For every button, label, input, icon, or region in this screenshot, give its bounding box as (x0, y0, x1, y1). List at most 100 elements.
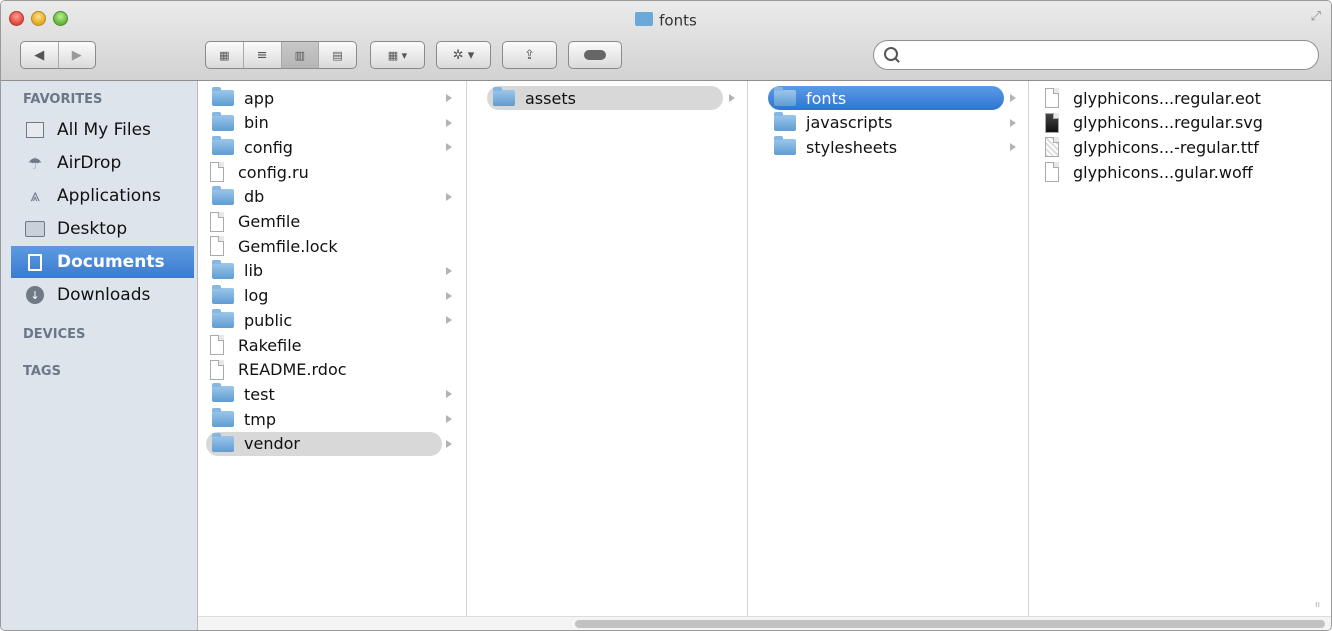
item-label: bin (244, 113, 269, 133)
document-icon (210, 211, 224, 232)
item-label: tmp (244, 409, 277, 429)
folder-row[interactable]: assets (487, 86, 723, 110)
document-icon (210, 236, 224, 257)
file-row[interactable]: Gemfile (206, 210, 442, 234)
forward-arrow-icon: ▶ (71, 47, 82, 63)
downloads-icon: ↓ (25, 285, 45, 305)
folder-icon (774, 136, 796, 156)
item-label: lib (244, 261, 264, 281)
tags-button[interactable] (568, 41, 622, 69)
sidebar-item-downloads[interactable]: ↓ Downloads (11, 279, 194, 311)
folder-row[interactable]: log (206, 284, 442, 308)
tags-heading: TAGS (23, 364, 61, 379)
column-view-button[interactable]: ▥ (281, 42, 320, 68)
disclosure-arrow-icon (446, 143, 452, 152)
coverflow-view-icon: ▤ (332, 48, 343, 62)
file-row[interactable]: Rakefile (206, 333, 442, 357)
file-row[interactable]: glyphicons...regular.eot (1041, 86, 1311, 110)
item-label: Rakefile (238, 335, 302, 355)
arrange-icon: ▦ ▾ (387, 48, 408, 62)
window-title: fonts (1, 11, 1331, 30)
disclosure-arrow-icon (446, 291, 452, 300)
document-icon (1045, 88, 1059, 108)
item-label: vendor (244, 434, 300, 454)
finder-window: fonts ⤢ ◀ ▶ ▦ ≡ ▥ ▤ ▦ ▾ ✲ ▾ ⇪ FAVORITES … (0, 0, 1332, 631)
back-button[interactable]: ◀ (21, 42, 59, 68)
applications-icon: ⩓ (30, 186, 40, 206)
file-row[interactable]: glyphicons...regular.svg (1041, 111, 1311, 135)
action-button[interactable]: ✲ ▾ (436, 41, 491, 69)
all-files-icon (25, 120, 45, 140)
folder-row[interactable]: vendor (206, 431, 442, 456)
disclosure-arrow-icon (1010, 118, 1016, 127)
sidebar-item-applications[interactable]: ⩓ Applications (11, 180, 194, 212)
folder-row[interactable]: bin (206, 111, 442, 135)
folder-icon (212, 408, 234, 428)
titlebar: fonts ⤢ ◀ ▶ ▦ ≡ ▥ ▤ ▦ ▾ ✲ ▾ ⇪ (1, 1, 1331, 81)
file-row[interactable]: glyphicons...-regular.ttf (1041, 135, 1311, 159)
item-label: public (244, 310, 293, 330)
folder-icon (212, 259, 234, 279)
folder-row[interactable]: app (206, 86, 442, 110)
back-forward-control: ◀ ▶ (20, 41, 96, 69)
disclosure-arrow-icon (446, 316, 452, 325)
item-label: stylesheets (806, 137, 898, 157)
folder-row[interactable]: test (206, 382, 442, 406)
item-label: log (244, 286, 269, 306)
disclosure-arrow-icon (446, 390, 452, 399)
search-icon (884, 47, 898, 61)
document-icon (210, 162, 224, 183)
icon-view-button[interactable]: ▦ (206, 42, 244, 68)
folder-icon (212, 111, 234, 131)
column-resize-handle[interactable]: ıı (1315, 600, 1320, 610)
arrange-button[interactable]: ▦ ▾ (370, 41, 425, 69)
document-icon (1045, 137, 1059, 158)
back-arrow-icon: ◀ (34, 47, 45, 63)
sidebar-item-airdrop[interactable]: ☂ AirDrop (11, 147, 194, 179)
forward-button[interactable]: ▶ (59, 42, 96, 68)
sidebar-item-documents[interactable]: Documents (11, 246, 194, 278)
item-label: glyphicons...regular.eot (1073, 88, 1261, 108)
search-field[interactable] (873, 40, 1319, 70)
folder-row[interactable]: config (206, 135, 442, 159)
favorites-heading: FAVORITES (23, 92, 103, 107)
disclosure-arrow-icon (446, 439, 452, 448)
sidebar-item-all-my-files[interactable]: All My Files (11, 114, 194, 146)
folder-icon (493, 87, 515, 106)
item-label: config (244, 137, 293, 157)
column-3: fontsjavascriptsstylesheets ıı (748, 81, 1037, 616)
icon-view-icon: ▦ (219, 48, 230, 62)
disclosure-arrow-icon (446, 118, 452, 127)
folder-row[interactable]: db (206, 185, 442, 209)
item-label: config.ru (238, 162, 309, 182)
item-label: glyphicons...regular.svg (1073, 113, 1263, 133)
item-label: Gemfile.lock (238, 236, 338, 256)
gear-icon: ✲ ▾ (452, 47, 475, 63)
folder-row[interactable]: tmp (206, 407, 442, 431)
column-view-icon: ▥ (294, 48, 306, 62)
folder-icon (212, 284, 234, 304)
folder-row[interactable]: stylesheets (768, 135, 1004, 159)
fullscreen-icon[interactable]: ⤢ (1311, 9, 1321, 24)
file-row[interactable]: README.rdoc (206, 358, 442, 382)
file-row[interactable]: Gemfile.lock (206, 234, 442, 258)
folder-icon (212, 87, 234, 106)
folder-icon (212, 432, 234, 452)
horizontal-scroll-thumb[interactable] (575, 620, 1325, 628)
folder-row[interactable]: javascripts (768, 111, 1004, 135)
sidebar: FAVORITES All My Files ☂ AirDrop ⩓ Appli… (1, 81, 198, 630)
folder-row[interactable]: fonts (768, 86, 1004, 110)
file-row[interactable]: glyphicons...gular.woff (1041, 160, 1311, 184)
item-label: javascripts (806, 113, 893, 133)
file-row[interactable]: config.ru (206, 160, 442, 184)
folder-row[interactable]: public (206, 308, 442, 332)
coverflow-view-button[interactable]: ▤ (319, 42, 356, 68)
search-input[interactable] (904, 45, 1308, 67)
folder-icon (212, 185, 234, 205)
list-view-button[interactable]: ≡ (244, 42, 282, 68)
folder-row[interactable]: lib (206, 259, 442, 283)
item-label: fonts (806, 88, 847, 108)
sidebar-item-desktop[interactable]: Desktop (11, 213, 194, 245)
disclosure-arrow-icon (446, 266, 452, 275)
share-button[interactable]: ⇪ (502, 41, 557, 69)
